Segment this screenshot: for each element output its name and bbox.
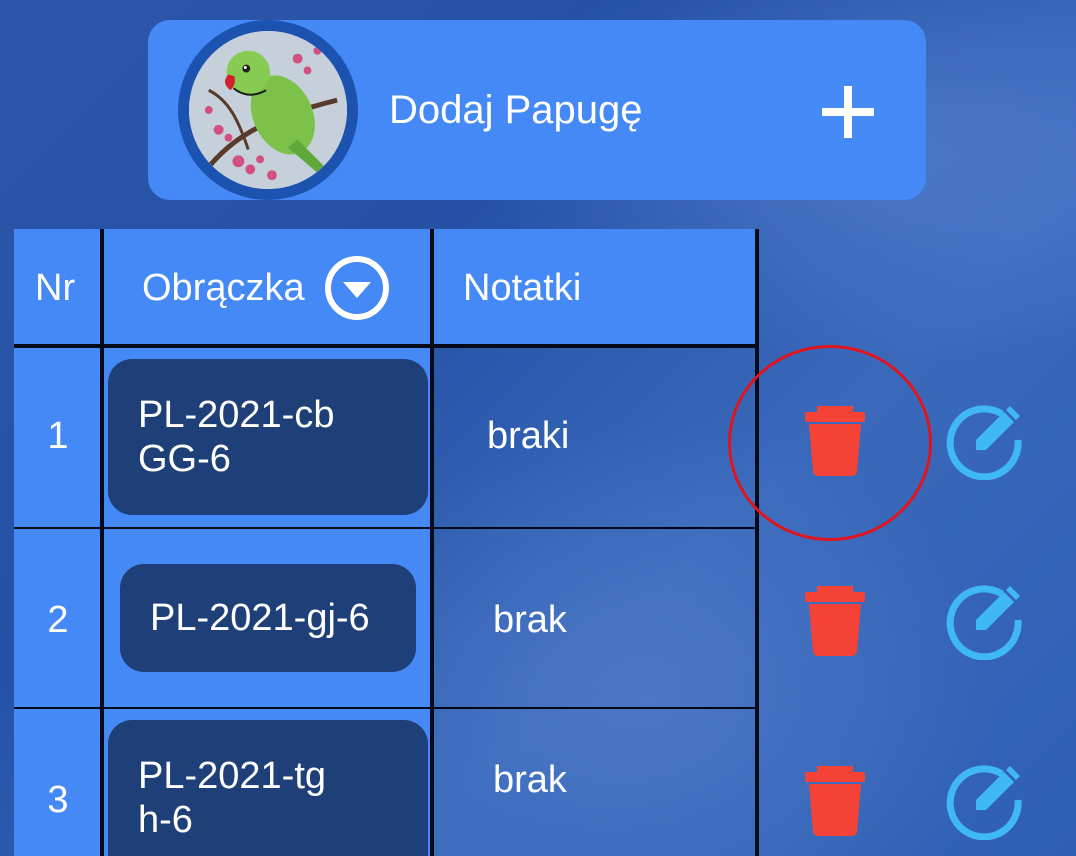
header-ring-label: Obrączka [142,267,305,309]
notes-text: brak [493,759,567,801]
table-row-1-nr: 1 [14,345,102,528]
ring-text-line2: h-6 [138,799,193,841]
table-row-3-notes: brak [432,708,757,856]
grid-line [14,527,759,529]
add-parrot-button[interactable]: Dodaj Papugę [148,20,926,200]
row-number: 3 [47,779,69,821]
parrot-photo [189,31,347,189]
chevron-down-circle-icon[interactable] [324,255,390,321]
row-number: 2 [47,599,69,641]
header-ring[interactable]: Obrączka [102,229,432,345]
edit-pencil-icon[interactable] [944,580,1024,660]
table-row-1-ring: PL-2021-cb GG-6 [102,345,432,528]
plus-icon [822,86,874,138]
ring-text-line1: PL-2021-tg [138,755,327,797]
ring-text-line1: PL-2021-cb [138,394,335,436]
header-nr: Nr [14,229,102,345]
table-row-3-ring: PL-2021-tg h-6 [102,708,432,856]
grid-line [430,229,434,856]
ring-text-line1: PL-2021-gj-6 [150,597,370,639]
table-row-2-ring: PL-2021-gj-6 [102,528,432,708]
header-nr-label: Nr [35,267,76,309]
table-row-1-notes: braki [432,345,757,528]
grid-line [100,229,104,856]
delete-trash-icon[interactable] [795,760,875,840]
delete-trash-icon[interactable] [795,400,875,480]
ring-text-line2: GG-6 [138,438,231,480]
grid-line [14,344,759,348]
grid-line [755,229,759,856]
notes-text: braki [487,415,570,457]
delete-trash-icon[interactable] [795,580,875,660]
ring-chip[interactable]: PL-2021-gj-6 [120,564,416,672]
parrot-avatar [178,20,358,200]
grid-line [14,707,759,709]
ring-chip[interactable]: PL-2021-cb GG-6 [108,359,428,515]
table-row-2-nr: 2 [14,528,102,708]
edit-pencil-icon[interactable] [944,400,1024,480]
table-row-2-notes: brak [432,528,757,708]
table-row-3-nr: 3 [14,708,102,856]
row-number: 1 [47,415,69,457]
add-parrot-label: Dodaj Papugę [389,88,643,132]
header-notes: Notatki [432,229,757,345]
header-notes-label: Notatki [463,267,582,309]
notes-text: brak [493,599,567,641]
ring-chip[interactable]: PL-2021-tg h-6 [108,720,428,856]
edit-pencil-icon[interactable] [944,760,1024,840]
